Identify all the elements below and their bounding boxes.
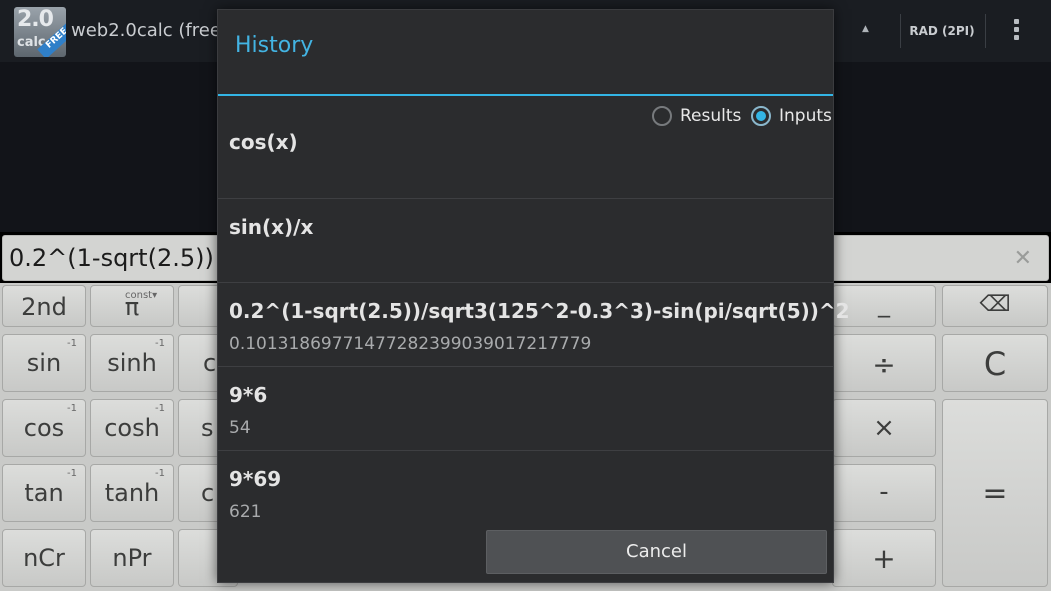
clear-input-icon[interactable]: ✕: [1014, 246, 1032, 271]
history-toggle-arrow-icon[interactable]: ▲: [862, 24, 869, 34]
history-input: 0.2^(1-sqrt(2.5))/sqrt3(125^2-0.3^3)-sin…: [229, 299, 850, 323]
equals-button[interactable]: =: [942, 399, 1048, 587]
angle-mode-button[interactable]: RAD (2PI): [900, 18, 984, 44]
app-logo-icon[interactable]: 2.0 calc FREE: [14, 7, 66, 57]
dialog-title: History: [235, 33, 314, 58]
sinh-button[interactable]: -1 sinh: [90, 334, 174, 392]
history-dialog: History Results Inputs cos(x) sin(x)/x 0…: [217, 9, 850, 583]
logo-number: 2.0: [17, 7, 54, 32]
history-input: cos(x): [229, 130, 298, 154]
sin-button[interactable]: -1 sin: [2, 334, 86, 392]
cancel-button[interactable]: Cancel: [486, 530, 827, 574]
divider: [985, 14, 986, 48]
multiply-button[interactable]: ×: [832, 399, 936, 457]
second-function-button[interactable]: 2nd: [2, 285, 86, 327]
add-button[interactable]: +: [832, 529, 936, 587]
expression-text: 0.2^(1-sqrt(2.5)): [9, 244, 214, 272]
cosh-button[interactable]: -1 cosh: [90, 399, 174, 457]
npr-button[interactable]: nPr: [90, 529, 174, 587]
overflow-menu-icon[interactable]: [1004, 17, 1028, 45]
tan-button[interactable]: -1 tan: [2, 464, 86, 522]
history-result: 0.1013186977147728239903901721​7779: [229, 334, 592, 354]
history-item[interactable]: 9*69 621: [218, 451, 833, 535]
subtract-button[interactable]: -: [832, 464, 936, 522]
history-item[interactable]: 0.2^(1-sqrt(2.5))/sqrt3(125^2-0.3^3)-sin…: [218, 283, 850, 367]
history-result: 54: [229, 418, 251, 438]
cos-button[interactable]: -1 cos: [2, 399, 86, 457]
history-result: 621: [229, 502, 262, 522]
pi-button[interactable]: const▾ π: [90, 285, 174, 327]
history-input: 9*6: [229, 383, 268, 407]
history-input: 9*69: [229, 467, 282, 491]
backspace-icon: ⌫: [979, 292, 1011, 317]
backspace-button[interactable]: ⌫: [942, 285, 1048, 327]
history-input: sin(x)/x: [229, 215, 314, 239]
tanh-button[interactable]: -1 tanh: [90, 464, 174, 522]
app-title: web2.0calc (free: [71, 20, 221, 41]
history-item[interactable]: 9*6 54: [218, 367, 833, 451]
clear-button[interactable]: C: [942, 334, 1048, 392]
history-item[interactable]: cos(x): [218, 114, 833, 199]
history-item[interactable]: sin(x)/x: [218, 199, 833, 283]
divide-button[interactable]: ÷: [832, 334, 936, 392]
title-divider: [218, 94, 833, 96]
ncr-button[interactable]: nCr: [2, 529, 86, 587]
